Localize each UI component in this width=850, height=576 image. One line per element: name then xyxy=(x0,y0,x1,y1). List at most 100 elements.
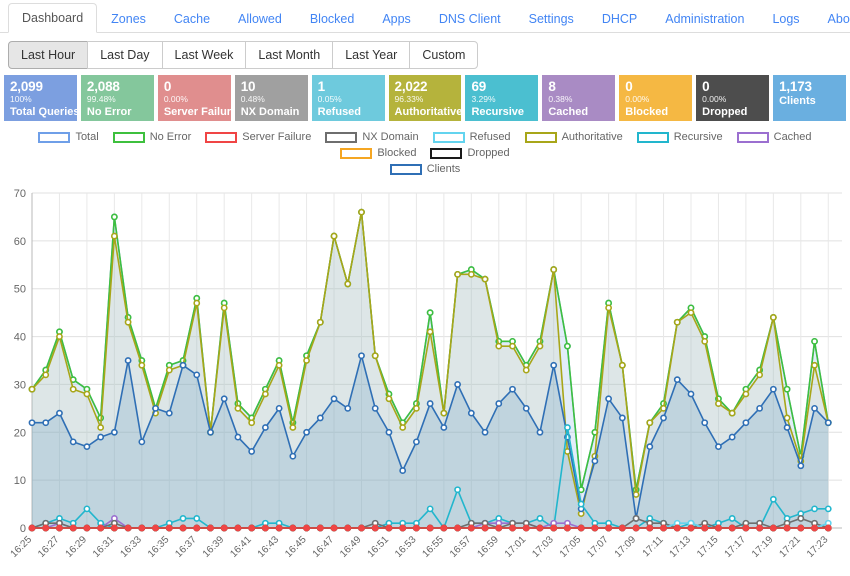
svg-text:17:11: 17:11 xyxy=(641,534,666,559)
chart-legend-row-primary: Total No Error Server Failure NX Domain Refu… xyxy=(0,131,850,163)
stat-card-percent: 0.05% xyxy=(318,94,380,105)
chart-svg: 01020304050607016:2516:2716:2916:3116:33… xyxy=(0,181,850,576)
svg-text:17:17: 17:17 xyxy=(723,534,749,560)
nav-tab-allowed[interactable]: Allowed xyxy=(224,4,296,33)
stat-card-dropped[interactable]: 00.00%Dropped xyxy=(696,75,769,121)
legend-item-clients[interactable]: Clients xyxy=(390,163,461,175)
svg-text:16:37: 16:37 xyxy=(173,534,199,560)
legend-item-total[interactable]: Total xyxy=(38,131,98,143)
stat-card-authoritative[interactable]: 2,02296.33%Authoritative xyxy=(389,75,462,121)
legend-swatch-icon xyxy=(737,132,769,143)
stat-card-total-queries[interactable]: 2,099100%Total Queries xyxy=(4,75,77,121)
svg-text:17:13: 17:13 xyxy=(668,534,694,560)
stat-card-label: Dropped xyxy=(702,105,764,119)
range-button-last-year[interactable]: Last Year xyxy=(332,41,410,69)
svg-text:17:15: 17:15 xyxy=(695,534,721,560)
svg-text:40: 40 xyxy=(14,332,26,344)
stat-card-cached[interactable]: 80.38%Cached xyxy=(542,75,615,121)
stat-card-nx-domain[interactable]: 100.48%NX Domain xyxy=(235,75,308,121)
stat-card-value: 2,022 xyxy=(395,79,457,94)
range-button-last-month[interactable]: Last Month xyxy=(245,41,333,69)
legend-swatch-icon xyxy=(38,132,70,143)
stat-card-percent: 0.48% xyxy=(241,94,303,105)
stat-card-label: Server Failure xyxy=(164,105,226,119)
svg-text:17:21: 17:21 xyxy=(777,534,803,560)
stats-card-row: 2,099100%Total Queries2,08899.48%No Erro… xyxy=(0,75,850,121)
stat-card-label: Total Queries xyxy=(10,105,72,119)
legend-swatch-icon xyxy=(637,132,669,143)
nav-tab-dhcp[interactable]: DHCP xyxy=(588,4,651,33)
nav-tab-dns-client[interactable]: DNS Client xyxy=(425,4,515,33)
legend-item-label: NX Domain xyxy=(362,131,418,143)
stat-card-value: 0 xyxy=(625,79,687,94)
svg-text:16:33: 16:33 xyxy=(118,534,144,560)
legend-item-recursive[interactable]: Recursive xyxy=(637,131,723,143)
stat-card-clients[interactable]: 1,173Clients xyxy=(773,75,846,121)
legend-item-blocked[interactable]: Blocked xyxy=(340,147,416,159)
legend-swatch-icon xyxy=(525,132,557,143)
stat-card-server-failure[interactable]: 00.00%Server Failure xyxy=(158,75,231,121)
stat-card-blocked[interactable]: 00.00%Blocked xyxy=(619,75,692,121)
time-range-bar: Last Hour Last Day Last Week Last Month … xyxy=(0,33,850,75)
stat-card-percent: 0.00% xyxy=(164,94,226,105)
svg-text:30: 30 xyxy=(14,379,26,391)
nav-tab-blocked[interactable]: Blocked xyxy=(296,4,368,33)
nav-tab-settings[interactable]: Settings xyxy=(515,4,588,33)
nav-tab-apps[interactable]: Apps xyxy=(368,4,425,33)
legend-item-nx-domain[interactable]: NX Domain xyxy=(325,131,418,143)
range-button-last-day[interactable]: Last Day xyxy=(87,41,162,69)
stat-card-label: No Error xyxy=(87,105,149,119)
legend-item-no-error[interactable]: No Error xyxy=(113,131,192,143)
legend-item-dropped[interactable]: Dropped xyxy=(430,147,509,159)
stat-card-recursive[interactable]: 693.29%Recursive xyxy=(465,75,538,121)
nav-tab-administration[interactable]: Administration xyxy=(651,4,758,33)
stat-card-label: Recursive xyxy=(471,105,533,119)
svg-text:17:01: 17:01 xyxy=(503,534,529,560)
legend-item-authoritative[interactable]: Authoritative xyxy=(525,131,623,143)
legend-swatch-icon xyxy=(340,148,372,159)
svg-text:0: 0 xyxy=(20,523,26,535)
stat-card-value: 0 xyxy=(164,79,226,94)
legend-swatch-icon xyxy=(430,148,462,159)
stat-card-percent: 96.33% xyxy=(395,94,457,105)
svg-text:17:07: 17:07 xyxy=(585,534,611,560)
svg-text:10: 10 xyxy=(14,475,26,487)
stat-card-value: 8 xyxy=(548,79,610,94)
range-button-last-week[interactable]: Last Week xyxy=(162,41,247,69)
nav-tab-about[interactable]: About xyxy=(814,4,850,33)
legend-swatch-icon xyxy=(433,132,465,143)
legend-item-refused[interactable]: Refused xyxy=(433,131,511,143)
stat-card-no-error[interactable]: 2,08899.48%No Error xyxy=(81,75,154,121)
nav-tab-dashboard[interactable]: Dashboard xyxy=(8,3,97,33)
stat-card-value: 69 xyxy=(471,79,533,94)
svg-text:16:35: 16:35 xyxy=(146,534,172,560)
svg-text:16:59: 16:59 xyxy=(475,534,501,560)
svg-text:16:39: 16:39 xyxy=(201,534,227,560)
stat-card-percent: 3.29% xyxy=(471,94,533,105)
svg-text:16:25: 16:25 xyxy=(9,534,35,560)
stat-card-label: Authoritative xyxy=(395,105,457,119)
svg-text:17:05: 17:05 xyxy=(558,534,584,560)
nav-tab-cache[interactable]: Cache xyxy=(160,4,224,33)
svg-text:70: 70 xyxy=(14,188,26,200)
nav-tab-zones[interactable]: Zones xyxy=(97,4,160,33)
nav-tab-logs[interactable]: Logs xyxy=(758,4,813,33)
range-button-custom[interactable]: Custom xyxy=(409,41,478,69)
legend-item-label: Total xyxy=(75,131,98,143)
svg-text:16:31: 16:31 xyxy=(91,534,117,560)
svg-text:16:27: 16:27 xyxy=(36,534,62,560)
queries-timeseries-chart[interactable]: 01020304050607016:2516:2716:2916:3116:33… xyxy=(0,181,850,576)
legend-swatch-icon xyxy=(325,132,357,143)
svg-text:17:03: 17:03 xyxy=(530,534,556,560)
legend-item-label: Clients xyxy=(427,163,461,175)
stat-card-label: NX Domain xyxy=(241,105,303,119)
legend-item-server-failure[interactable]: Server Failure xyxy=(205,131,311,143)
range-button-last-hour[interactable]: Last Hour xyxy=(8,41,88,69)
legend-item-cached[interactable]: Cached xyxy=(737,131,812,143)
svg-text:16:57: 16:57 xyxy=(448,534,474,560)
legend-item-label: Cached xyxy=(774,131,812,143)
stat-card-label: Blocked xyxy=(625,105,687,119)
stat-card-refused[interactable]: 10.05%Refused xyxy=(312,75,385,121)
svg-text:16:53: 16:53 xyxy=(393,534,419,560)
stat-card-value: 2,099 xyxy=(10,79,72,94)
